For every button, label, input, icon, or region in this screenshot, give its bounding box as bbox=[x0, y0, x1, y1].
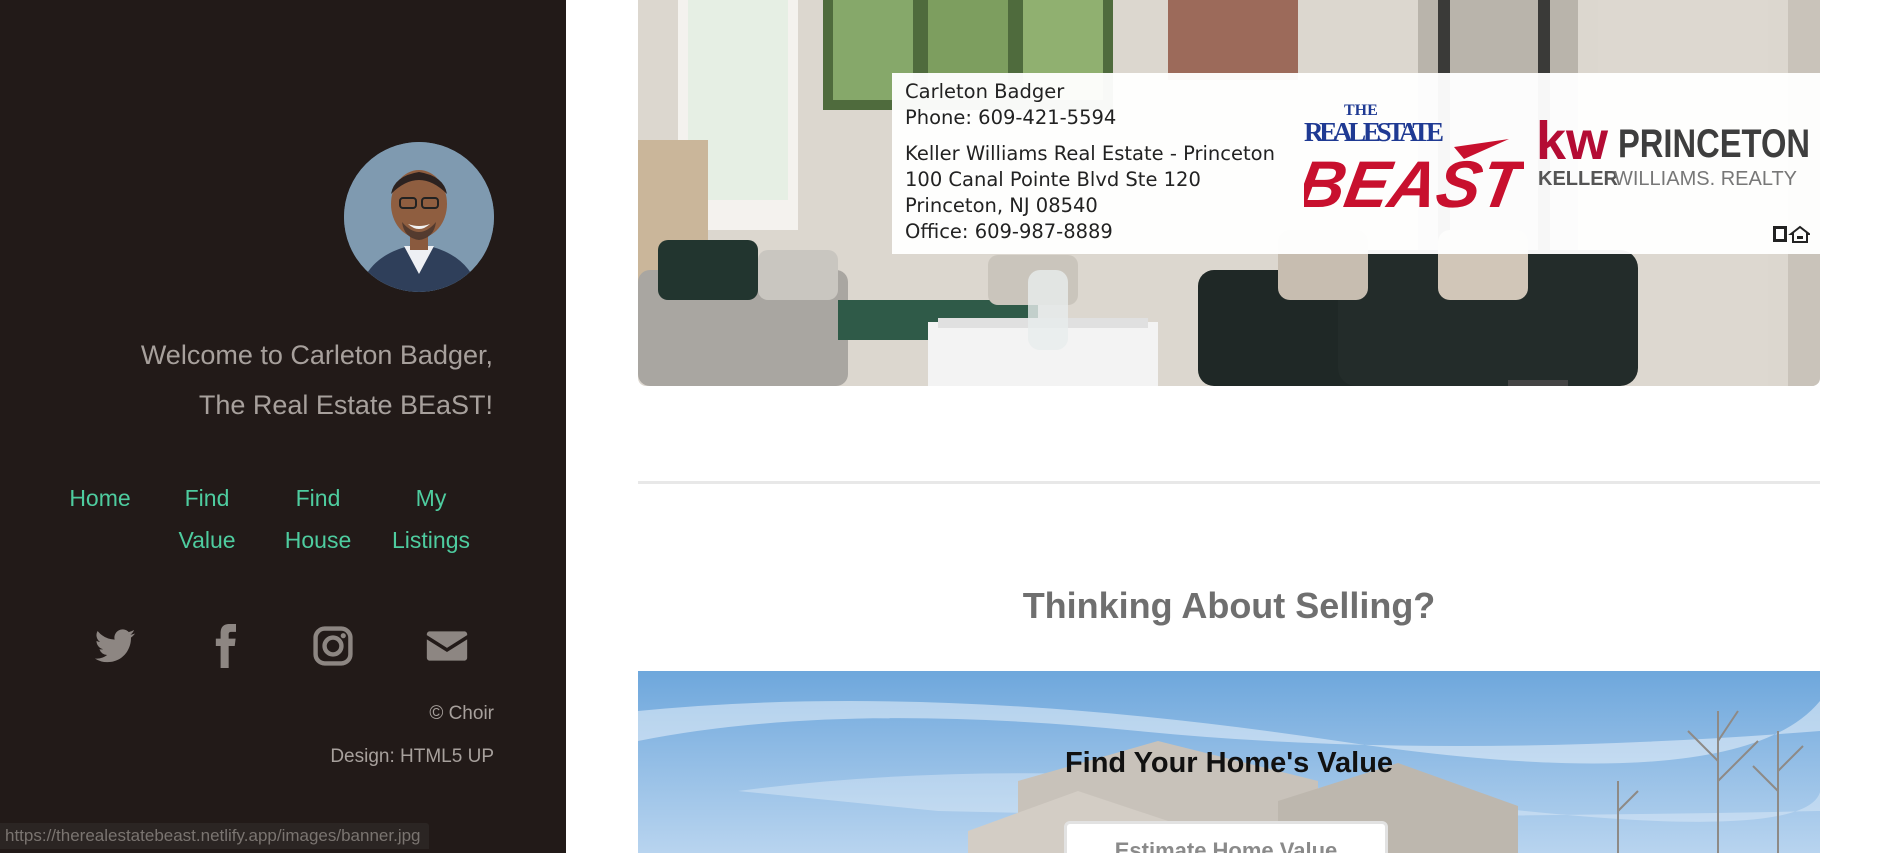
banner-image: Carleton Badger Phone: 609-421-5594 Kell… bbox=[638, 0, 1820, 386]
welcome-line-2: The Real Estate BEaST! bbox=[198, 390, 493, 420]
nav-find-value-line-1: Find bbox=[184, 485, 230, 511]
copyright-text: © Choir bbox=[429, 703, 494, 724]
main-content: Carleton Badger Phone: 609-421-5594 Kell… bbox=[566, 0, 1888, 853]
section-divider bbox=[638, 481, 1820, 484]
welcome-line-1: Welcome to Carleton Badger, bbox=[140, 340, 493, 370]
avatar bbox=[344, 142, 494, 292]
svg-text:KELLER: KELLER bbox=[1538, 168, 1619, 190]
twitter-icon[interactable] bbox=[93, 624, 137, 668]
office-phone: Office: 609-987-8889 bbox=[905, 220, 1113, 243]
keller-williams-princeton-logo: kw PRINCETON KELLER WILLIAMS. REALTY bbox=[1536, 113, 1810, 190]
value-section-title: Find Your Home's Value bbox=[1064, 747, 1394, 779]
agent-portrait bbox=[344, 142, 494, 292]
home-value-panel: Find Your Home's Value Estimate Home Val… bbox=[638, 671, 1820, 853]
envelope-icon[interactable] bbox=[425, 624, 469, 668]
instagram-icon[interactable] bbox=[311, 624, 355, 668]
equal-housing-icon bbox=[1773, 225, 1810, 243]
sidebar: Welcome to Carleton Badger, The Real Est… bbox=[0, 0, 566, 853]
real-estate-beast-logo: THE REAL ESTATE BEAST bbox=[1304, 102, 1524, 222]
status-bar-url: https://therealestatebeast.netlify.app/i… bbox=[0, 823, 429, 849]
company-name: Keller Williams Real Estate - Princeton bbox=[905, 142, 1275, 165]
facebook-icon[interactable] bbox=[203, 624, 247, 668]
nav-find-house-line-1: Find bbox=[295, 485, 341, 511]
main-nav: Home Find Value Find House My Listings bbox=[58, 477, 498, 567]
nav-find-value[interactable]: Find Value bbox=[165, 477, 249, 561]
agent-name: Carleton Badger bbox=[905, 80, 1065, 103]
svg-text:WILLIAMS. REALTY: WILLIAMS. REALTY bbox=[1614, 168, 1797, 190]
address-line-2: Princeton, NJ 08540 bbox=[905, 194, 1098, 217]
design-credit: Design: HTML5 UP bbox=[330, 746, 494, 767]
nav-find-house-line-2: House bbox=[284, 527, 352, 553]
social-links bbox=[0, 624, 566, 674]
svg-text:REAL ESTATE: REAL ESTATE bbox=[1304, 117, 1444, 147]
estimate-home-value-button[interactable]: Estimate Home Value bbox=[1064, 821, 1388, 853]
agent-phone: Phone: 609-421-5594 bbox=[905, 106, 1117, 129]
section-title: Thinking About Selling? bbox=[1022, 585, 1436, 626]
svg-text:BEAST: BEAST bbox=[1304, 148, 1524, 221]
welcome-message: Welcome to Carleton Badger, The Real Est… bbox=[53, 330, 493, 430]
nav-home[interactable]: Home bbox=[58, 477, 142, 519]
svg-text:PRINCETON: PRINCETON bbox=[1618, 122, 1810, 166]
nav-home-label: Home bbox=[69, 485, 131, 511]
address-line-1: 100 Canal Pointe Blvd Ste 120 bbox=[905, 168, 1201, 191]
nav-find-value-line-2: Value bbox=[178, 527, 236, 553]
svg-text:kw: kw bbox=[1536, 113, 1609, 171]
nav-my-listings-line-2: Listings bbox=[392, 527, 470, 553]
contact-details: Carleton Badger Phone: 609-421-5594 Kell… bbox=[905, 79, 1275, 245]
nav-my-listings[interactable]: My Listings bbox=[384, 477, 478, 561]
nav-find-house[interactable]: Find House bbox=[276, 477, 360, 561]
agent-contact-card: Carleton Badger Phone: 609-421-5594 Kell… bbox=[892, 73, 1820, 254]
nav-my-listings-line-1: My bbox=[415, 485, 447, 511]
